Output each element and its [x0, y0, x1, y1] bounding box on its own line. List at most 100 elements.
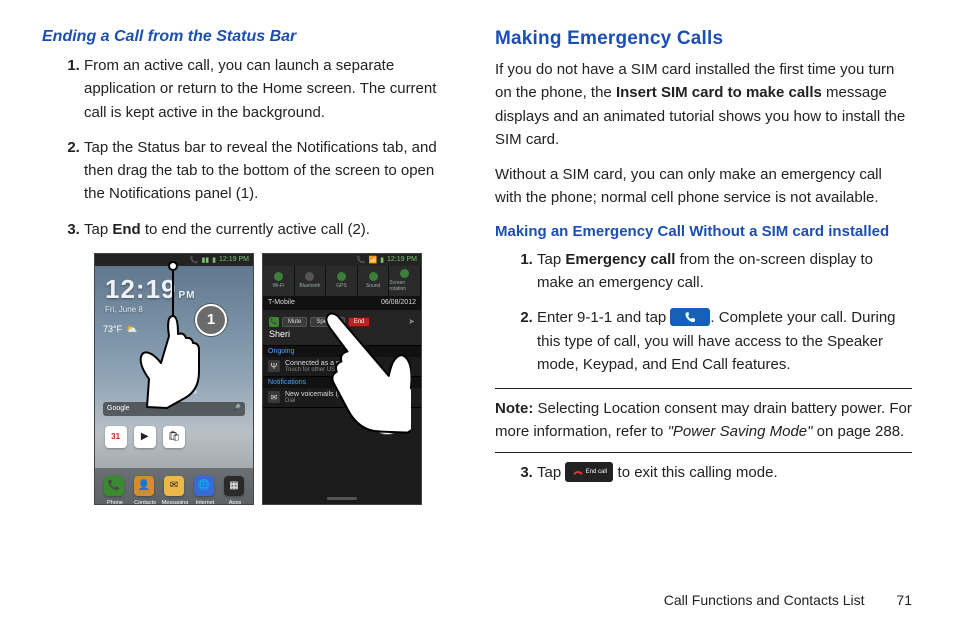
- callout-badge-2: 2: [371, 402, 403, 434]
- status-time: 12:19 PM: [219, 256, 249, 263]
- emergency-sub2: Making an Emergency Call Without a SIM c…: [495, 222, 912, 242]
- estep1-bold: Emergency call: [565, 251, 675, 268]
- toggle-sound: Sound: [358, 266, 390, 296]
- voicemail-row: ✉ New voicemails (1) Dial: [263, 388, 421, 408]
- illustration: 📞 ▮▮ ▮ 12:19 PM 12:19PM Fri, June 8 73°F…: [94, 253, 459, 505]
- estep2-pre: Enter 9-1-1 and tap: [537, 309, 670, 326]
- call-phone-icon: 📞: [269, 317, 279, 327]
- usb-sub: Touch for other USB options: [285, 367, 377, 373]
- right-column: Making Emergency Calls If you do not hav…: [495, 28, 912, 505]
- estep-1: Tap Emergency call from the on-screen di…: [537, 248, 912, 295]
- end-button: End: [348, 317, 371, 327]
- dock-messaging-icon: ✉Messaging: [164, 476, 184, 496]
- toggle-rotation: Screen rotation: [389, 266, 421, 296]
- home-statusbar: 📞 ▮▮ ▮ 12:19 PM: [95, 254, 253, 266]
- speaker-button: Speaker: [310, 317, 344, 327]
- play-store-icon: ▶: [134, 426, 156, 448]
- status-time: 12:19 PM: [387, 256, 417, 263]
- google-search-bar: Google 🎤: [103, 402, 245, 416]
- emergency-p1: If you do not have a SIM card installed …: [495, 58, 912, 151]
- vm-sub: Dial: [285, 398, 344, 404]
- vm-title: New voicemails (1): [285, 391, 344, 398]
- estep-3: Tap End call to exit this calling mode.: [537, 461, 912, 484]
- weather-icon: ⛅: [126, 324, 137, 335]
- mic-icon: 🎤: [231, 404, 241, 413]
- step-1: From an active call, you can launch a se…: [84, 54, 459, 124]
- mute-button: Mute: [282, 317, 307, 327]
- screenshot-notification-panel: 📞 📶 ▮ 12:19 PM Wi-Fi Bluetooth GPS Sound…: [262, 253, 422, 505]
- calendar-app-icon: 31: [105, 426, 127, 448]
- battery-icon: ▮: [380, 256, 384, 264]
- note-rule-bottom: [495, 452, 912, 453]
- emergency-p2: Without a SIM card, you can only make an…: [495, 163, 912, 210]
- step-1-text: From an active call, you can launch a se…: [84, 57, 436, 121]
- phone-icon: 📞: [190, 256, 199, 264]
- carrier-name: T-Mobile: [268, 299, 295, 306]
- battery-icon: ▮: [212, 256, 216, 264]
- home-app-row: 31 ▶ 🛍: [95, 426, 253, 448]
- clock-ampm: PM: [179, 290, 196, 301]
- step-3: Tap End to end the currently active call…: [84, 218, 459, 241]
- step-3-pre: Tap: [84, 221, 112, 238]
- note-rule-top: [495, 388, 912, 389]
- expand-icon: ➤: [408, 317, 415, 327]
- active-call-card: 📞 Mute Speaker End ➤ Sheri: [263, 310, 421, 346]
- clock-widget: 12:19PM Fri, June 8: [105, 274, 196, 314]
- dock-contacts-icon: 👤Contacts: [134, 476, 154, 496]
- footer-page-number: 71: [896, 592, 912, 608]
- quick-toggles: Wi-Fi Bluetooth GPS Sound Screen rotatio…: [263, 266, 421, 296]
- usb-icon: Ψ: [268, 360, 280, 372]
- panel-date: 06/08/2012: [381, 299, 416, 306]
- note-b: on page 288.: [812, 423, 904, 440]
- dock-phone-icon: 📞Phone: [104, 476, 124, 496]
- p1-bold: Insert SIM card to make calls: [616, 84, 822, 101]
- phone-icon: 📞: [357, 256, 366, 264]
- callout-badge-1: 1: [195, 304, 227, 336]
- carrier-row: T-Mobile 06/08/2012: [263, 296, 421, 310]
- ending-call-subheading: Ending a Call from the Status Bar: [42, 28, 459, 46]
- step-3-bold: End: [112, 221, 140, 238]
- google-label: Google: [107, 405, 130, 412]
- home-dock: 📞Phone 👤Contacts ✉Messaging 🌐Internet ▦A…: [95, 468, 253, 504]
- page-footer: Call Functions and Contacts List 71: [664, 592, 912, 608]
- step-3-post: to end the currently active call (2).: [141, 221, 370, 238]
- panel-body: Wi-Fi Bluetooth GPS Sound Screen rotatio…: [263, 266, 421, 504]
- estep1-pre: Tap: [537, 251, 565, 268]
- signal-icon: ▮▮: [201, 256, 209, 264]
- emergency-step-3: Tap End call to exit this calling mode.: [495, 461, 912, 484]
- usb-title: Connected as a media device: [285, 360, 377, 367]
- weather-widget: 73°F ⛅: [103, 324, 137, 335]
- page-dots: [95, 390, 253, 394]
- voicemail-icon: ✉: [268, 391, 280, 403]
- panel-statusbar: 📞 📶 ▮ 12:19 PM: [263, 254, 421, 266]
- estep3-pre: Tap: [537, 464, 565, 481]
- wifi-icon: 📶: [368, 256, 377, 264]
- note-italic: "Power Saving Mode": [668, 423, 813, 440]
- toggle-bluetooth: Bluetooth: [295, 266, 327, 296]
- note-block: Note: Selecting Location consent may dra…: [495, 397, 912, 444]
- emergency-steps-1-2: Tap Emergency call from the on-screen di…: [495, 248, 912, 376]
- toggle-gps: GPS: [326, 266, 358, 296]
- step-2-text: Tap the Status bar to reveal the Notific…: [84, 139, 437, 203]
- shop-app-icon: 🛍: [163, 426, 185, 448]
- clock-date: Fri, June 8: [105, 305, 196, 314]
- end-call-icon: End call: [565, 462, 613, 482]
- weather-temp: 73°F: [103, 324, 122, 334]
- screenshot-home: 📞 ▮▮ ▮ 12:19 PM 12:19PM Fri, June 8 73°F…: [94, 253, 254, 505]
- notifications-header: Notifications: [263, 377, 421, 388]
- dial-handset-icon: [670, 308, 710, 326]
- end-call-label: End call: [586, 469, 607, 475]
- emergency-heading: Making Emergency Calls: [495, 28, 912, 50]
- dock-internet-icon: 🌐Internet: [194, 476, 214, 496]
- ongoing-header: Ongoing: [263, 346, 421, 357]
- ending-call-steps: From an active call, you can launch a se…: [42, 54, 459, 241]
- panel-handle: [327, 497, 357, 500]
- manual-page: Ending a Call from the Status Bar From a…: [0, 0, 954, 636]
- estep-2: Enter 9-1-1 and tap . Complete your call…: [537, 306, 912, 376]
- footer-section: Call Functions and Contacts List: [664, 592, 865, 608]
- clock-time: 12:19: [105, 274, 177, 304]
- step-2: Tap the Status bar to reveal the Notific…: [84, 136, 459, 206]
- left-column: Ending a Call from the Status Bar From a…: [42, 28, 459, 505]
- note-label: Note:: [495, 400, 533, 417]
- caller-name: Sheri: [269, 329, 415, 339]
